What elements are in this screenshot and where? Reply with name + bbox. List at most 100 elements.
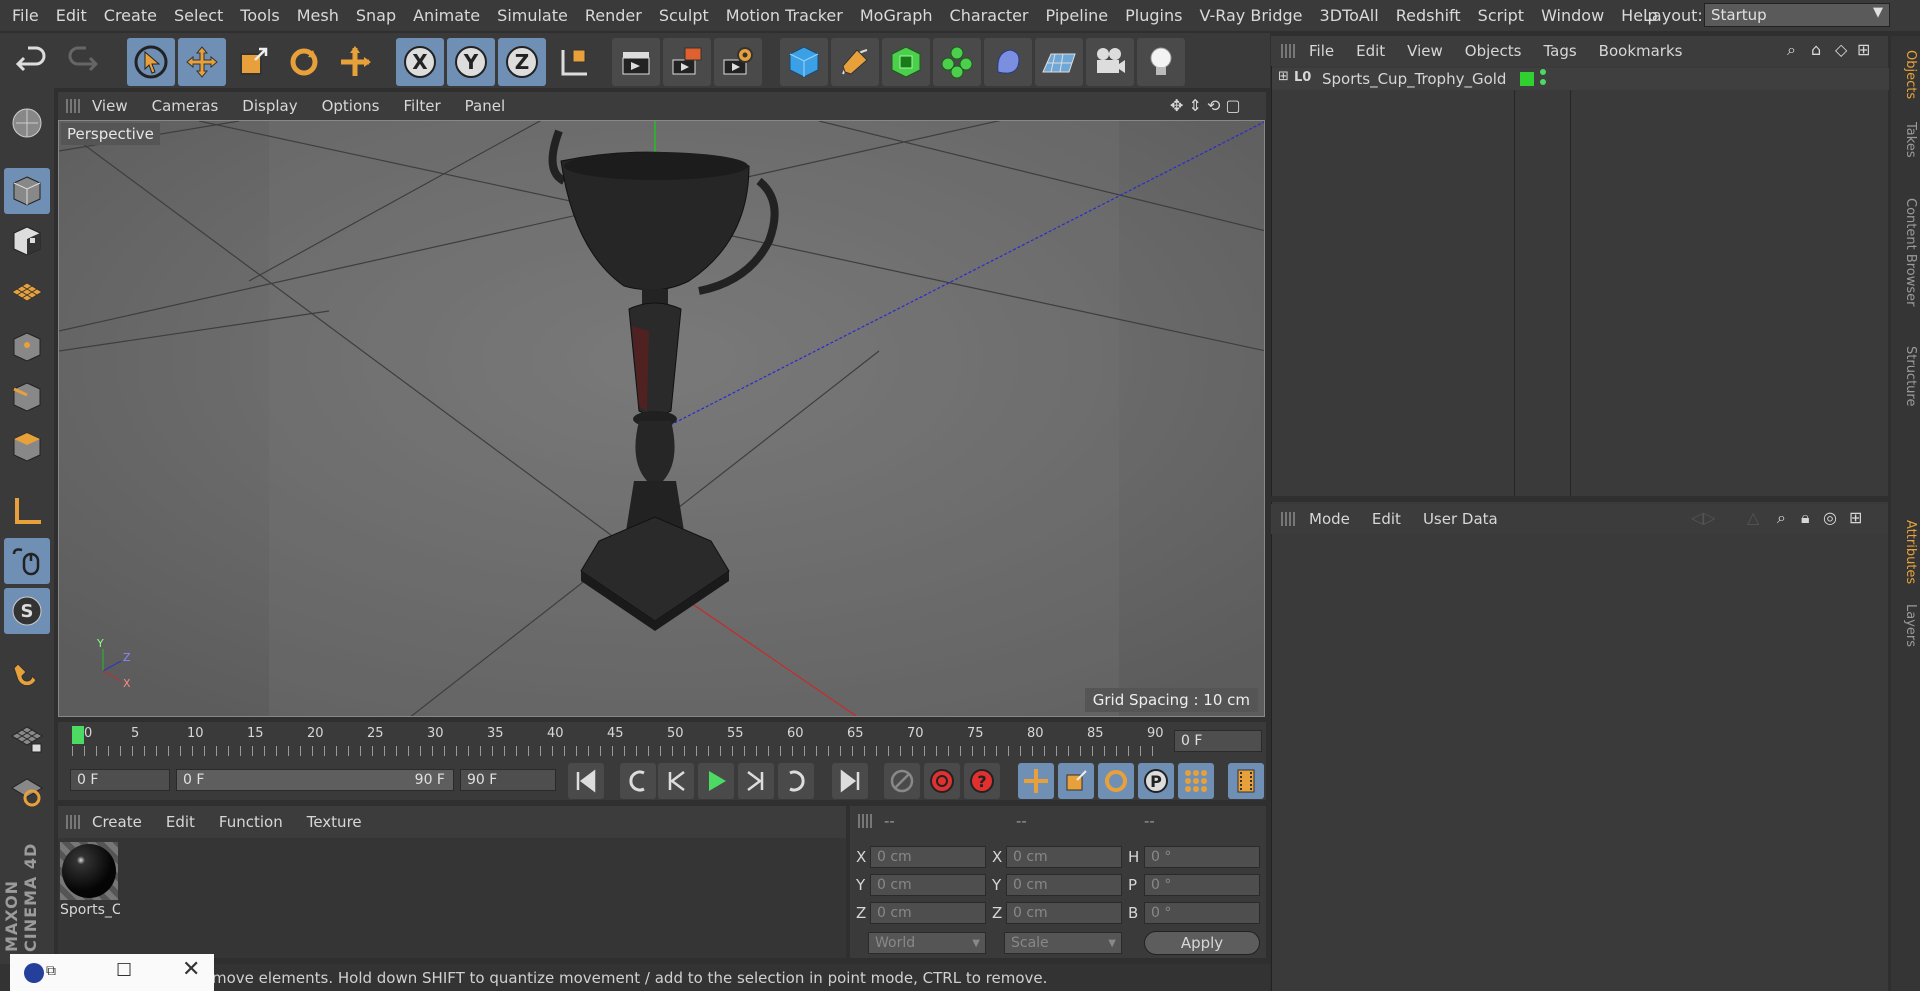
- objects-menu-objects[interactable]: Objects: [1465, 42, 1522, 60]
- cloner-button[interactable]: [933, 38, 981, 86]
- next-key-button[interactable]: [778, 763, 814, 799]
- back-icon[interactable]: ◇: [1835, 40, 1847, 59]
- light-button[interactable]: [1137, 38, 1185, 86]
- objects-menu-bookmarks[interactable]: Bookmarks: [1599, 42, 1683, 60]
- menu-animate[interactable]: Animate: [413, 6, 480, 25]
- deformer-button[interactable]: [984, 38, 1032, 86]
- back-arrow-icon[interactable]: ◁▷: [1691, 508, 1716, 527]
- frame-range-slider[interactable]: 0 F 90 F: [176, 769, 454, 791]
- menu-edit[interactable]: Edit: [56, 6, 87, 25]
- menu-tools[interactable]: Tools: [240, 6, 279, 25]
- material-menu-edit[interactable]: Edit: [166, 813, 195, 831]
- viewport-menu-cameras[interactable]: Cameras: [152, 97, 219, 115]
- render-visibility-dot[interactable]: [1540, 79, 1546, 85]
- current-frame-field[interactable]: 0 F: [1174, 730, 1262, 752]
- pos-z-field[interactable]: 0 cm: [870, 902, 986, 924]
- undo-button[interactable]: [8, 38, 56, 86]
- size-x-field[interactable]: 0 cm: [1006, 846, 1122, 868]
- menu-simulate[interactable]: Simulate: [497, 6, 568, 25]
- perspective-viewport[interactable]: Y Z X Perspective Grid Spacing : 10 cm: [58, 120, 1265, 717]
- objects-menu-file[interactable]: File: [1309, 42, 1334, 60]
- model-mode-button[interactable]: [4, 168, 50, 214]
- menu-create[interactable]: Create: [104, 6, 157, 25]
- menu-select[interactable]: Select: [174, 6, 223, 25]
- objects-menu-tags[interactable]: Tags: [1543, 42, 1576, 60]
- go-to-end-button[interactable]: [832, 763, 868, 799]
- key-position-button[interactable]: [1018, 763, 1054, 799]
- rot-b-field[interactable]: 0 °: [1144, 902, 1260, 924]
- previous-key-button[interactable]: [620, 763, 656, 799]
- planar-workplane-button[interactable]: [4, 768, 50, 814]
- go-to-start-button[interactable]: [568, 763, 604, 799]
- viewport-nav-icons[interactable]: ✥ ⇕ ⟲ ▢: [1170, 96, 1241, 115]
- make-editable-button[interactable]: [4, 100, 50, 146]
- subdivision-button[interactable]: [882, 38, 930, 86]
- cube-button[interactable]: [780, 38, 828, 86]
- tweak-mode-button[interactable]: [4, 538, 50, 584]
- floor-button[interactable]: [1035, 38, 1083, 86]
- keyframe-selection-button[interactable]: ?: [964, 763, 1000, 799]
- up-arrow-icon[interactable]: △: [1747, 508, 1759, 527]
- menu-script[interactable]: Script: [1478, 6, 1524, 25]
- workplane-button[interactable]: [4, 268, 50, 314]
- pos-y-field[interactable]: 0 cm: [870, 874, 986, 896]
- points-mode-button[interactable]: [4, 324, 50, 370]
- search-icon[interactable]: ⌕: [1787, 40, 1796, 60]
- pen-button[interactable]: [831, 38, 879, 86]
- rot-h-field[interactable]: 0 °: [1144, 846, 1260, 868]
- texture-mode-button[interactable]: [4, 218, 50, 264]
- size-y-field[interactable]: 0 cm: [1006, 874, 1122, 896]
- expand-icon[interactable]: ⊞: [1278, 69, 1289, 84]
- menu-redshift[interactable]: Redshift: [1396, 6, 1461, 25]
- size-z-field[interactable]: 0 cm: [1006, 902, 1122, 924]
- viewport-menu-options[interactable]: Options: [322, 97, 380, 115]
- move-button[interactable]: [178, 38, 226, 86]
- end-frame-field[interactable]: 90 F: [460, 769, 556, 791]
- attributes-menu-user-data[interactable]: User Data: [1423, 510, 1498, 528]
- coordinate-system-button[interactable]: [549, 38, 597, 86]
- layout-select[interactable]: Startup ▼: [1704, 3, 1890, 27]
- viewport-menu-view[interactable]: View: [92, 97, 128, 115]
- search-icon[interactable]: ⌕: [1777, 508, 1786, 528]
- new-panel-icon[interactable]: ⊞: [1857, 40, 1870, 59]
- key-scale-button[interactable]: [1058, 763, 1094, 799]
- redo-button[interactable]: [58, 38, 106, 86]
- enable-snap-button[interactable]: [4, 652, 50, 698]
- tab-takes[interactable]: Takes: [1894, 116, 1918, 164]
- menu-render[interactable]: Render: [585, 6, 642, 25]
- start-frame-field[interactable]: 0 F: [70, 769, 170, 791]
- objects-menu-edit[interactable]: Edit: [1356, 42, 1385, 60]
- previous-frame-button[interactable]: [658, 763, 694, 799]
- tab-objects[interactable]: Objects: [1894, 44, 1918, 106]
- tab-structure[interactable]: Structure: [1894, 336, 1918, 416]
- menu-vray-bridge[interactable]: V-Ray Bridge: [1199, 6, 1302, 25]
- timeline-playhead[interactable]: [72, 726, 84, 744]
- render-view-button[interactable]: [612, 38, 660, 86]
- key-parameter-button[interactable]: P: [1138, 763, 1174, 799]
- maximize-icon[interactable]: ☐: [116, 960, 132, 981]
- x-axis-button[interactable]: X: [396, 38, 444, 86]
- viewport-menu-filter[interactable]: Filter: [403, 97, 440, 115]
- key-pla-button[interactable]: [1178, 763, 1214, 799]
- menu-mograph[interactable]: MoGraph: [860, 6, 933, 25]
- tab-attributes[interactable]: Attributes: [1894, 512, 1918, 592]
- timeline-ruler[interactable]: 0 5 10 15 20 25 30 35 40 45 50 55 60 65 …: [58, 722, 1266, 760]
- camera-button[interactable]: [1086, 38, 1134, 86]
- material-swatch[interactable]: Sports_C: [60, 842, 120, 922]
- target-icon[interactable]: ◎: [1823, 508, 1837, 527]
- scale-button[interactable]: [229, 38, 277, 86]
- viewport-menu-display[interactable]: Display: [242, 97, 297, 115]
- tab-content-browser[interactable]: Content Browser: [1894, 174, 1918, 330]
- menu-character[interactable]: Character: [950, 6, 1029, 25]
- new-panel-icon[interactable]: ⊞: [1849, 508, 1862, 527]
- tab-layers[interactable]: Layers: [1894, 600, 1918, 652]
- transform-button[interactable]: [331, 38, 379, 86]
- close-icon[interactable]: ✕: [182, 957, 200, 982]
- object-row[interactable]: ⊞ L0 Sports_Cup_Trophy_Gold: [1272, 68, 1889, 90]
- menu-file[interactable]: File: [12, 6, 39, 25]
- axis-mode-button[interactable]: [4, 488, 50, 534]
- next-frame-button[interactable]: [738, 763, 774, 799]
- menu-plugins[interactable]: Plugins: [1125, 6, 1182, 25]
- object-name[interactable]: Sports_Cup_Trophy_Gold: [1322, 70, 1506, 88]
- y-axis-button[interactable]: Y: [447, 38, 495, 86]
